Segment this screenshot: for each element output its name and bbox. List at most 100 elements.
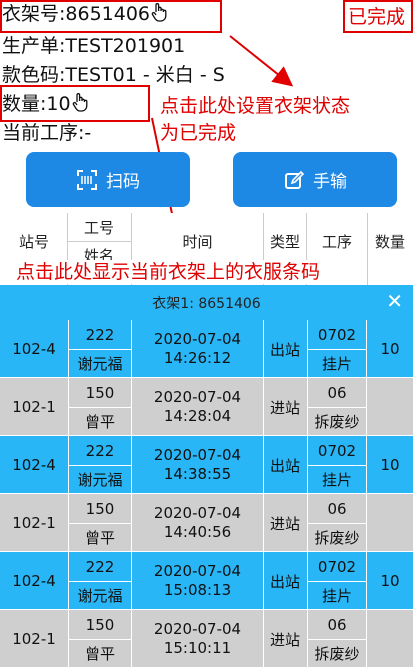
time-cell: 2020-07-04 14:28:04 bbox=[132, 378, 263, 436]
worker-name-cell: 谢元福 bbox=[77, 587, 123, 605]
process-code-cell: 0702 bbox=[317, 325, 357, 344]
worker-id-cell: 222 bbox=[85, 557, 115, 576]
type-cell: 出站 bbox=[269, 340, 300, 359]
qty-cell bbox=[367, 610, 413, 667]
row-divider bbox=[308, 523, 366, 524]
worker-name-cell: 谢元福 bbox=[77, 471, 123, 489]
date-text: 2020-07-04 bbox=[153, 620, 242, 638]
process-name-cell: 挂片 bbox=[321, 471, 352, 489]
worker-id-cell: 222 bbox=[85, 441, 115, 460]
table-row[interactable]: 102-4 222 谢元福 2020-07-04 14:38:55 出站 0702 挂片 10 bbox=[0, 436, 413, 494]
type-cell: 出站 bbox=[269, 572, 300, 591]
time-cell: 2020-07-04 14:40:56 bbox=[132, 494, 263, 552]
header-time: 时间 bbox=[182, 233, 213, 251]
process-code-cell: 06 bbox=[327, 615, 347, 634]
qty-cell: 10 bbox=[380, 340, 400, 358]
station-cell: 102-4 bbox=[12, 572, 56, 590]
rack-group-header[interactable]: 衣架1: 8651406 ✕ bbox=[0, 285, 413, 320]
process-name-cell: 拆废纱 bbox=[314, 413, 360, 431]
clock-text: 14:28:04 bbox=[163, 407, 232, 425]
date-text: 2020-07-04 bbox=[153, 504, 242, 522]
date-text: 2020-07-04 bbox=[153, 388, 242, 406]
worker-name-cell: 曾平 bbox=[84, 529, 115, 547]
row-divider bbox=[308, 407, 366, 408]
row-divider bbox=[69, 581, 131, 582]
header-qty: 数量 bbox=[374, 233, 405, 251]
table-row[interactable]: 102-1 150 曾平 2020-07-04 15:10:11 进站 06 拆废纱 bbox=[0, 610, 413, 667]
time-cell: 2020-07-04 14:38:55 bbox=[132, 436, 263, 494]
row-divider bbox=[263, 552, 264, 610]
process-code-cell: 0702 bbox=[317, 557, 357, 576]
table-row[interactable]: 102-1 150 曾平 2020-07-04 14:28:04 进站 06 拆废纱 bbox=[0, 378, 413, 436]
header-station: 站号 bbox=[18, 233, 49, 251]
table-row[interactable]: 102-4 222 谢元福 2020-07-04 15:08:13 出站 0702 挂片 10 bbox=[0, 552, 413, 610]
record-list: 102-4 222 谢元福 2020-07-04 14:26:12 出站 0702 挂片 10 1… bbox=[0, 320, 413, 667]
type-cell: 出站 bbox=[269, 456, 300, 475]
row-divider bbox=[131, 552, 132, 610]
time-cell: 2020-07-04 15:10:11 bbox=[132, 610, 263, 667]
header-type: 类型 bbox=[269, 233, 300, 251]
scan-button[interactable]: 扫码 bbox=[26, 152, 190, 207]
row-divider bbox=[366, 378, 367, 436]
qty-cell: 10 bbox=[380, 456, 400, 474]
process-code-cell: 06 bbox=[327, 383, 347, 402]
clock-text: 14:26:12 bbox=[163, 349, 232, 367]
date-text: 2020-07-04 bbox=[153, 330, 242, 348]
worker-id-cell: 150 bbox=[85, 615, 115, 634]
row-divider bbox=[131, 494, 132, 552]
row-divider bbox=[69, 407, 131, 408]
type-cell: 进站 bbox=[269, 398, 300, 417]
worker-id-cell: 150 bbox=[85, 383, 115, 402]
manual-input-button-label: 手输 bbox=[313, 172, 347, 192]
annotation-show-barcodes: 点击此处显示当前衣架上的衣服条码 bbox=[14, 260, 323, 284]
row-divider bbox=[366, 436, 367, 494]
station-cell: 102-4 bbox=[12, 340, 56, 358]
close-icon[interactable]: ✕ bbox=[386, 289, 403, 313]
row-divider bbox=[69, 349, 131, 350]
row-divider bbox=[131, 378, 132, 436]
annotation-set-complete: 点击此处设置衣架状态 bbox=[160, 95, 351, 117]
manual-input-button[interactable]: 手输 bbox=[233, 152, 397, 207]
table-row[interactable]: 102-4 222 谢元福 2020-07-04 14:26:12 出站 0702 挂片 10 bbox=[0, 320, 413, 378]
quantity-highlight bbox=[0, 85, 150, 122]
row-divider bbox=[69, 639, 131, 640]
row-divider bbox=[366, 552, 367, 610]
row-divider bbox=[131, 320, 132, 378]
row-divider bbox=[263, 494, 264, 552]
rack-group-label: 衣架1: 8651406 bbox=[152, 295, 261, 312]
row-divider bbox=[308, 465, 366, 466]
row-divider bbox=[308, 581, 366, 582]
process-code-cell: 0702 bbox=[317, 441, 357, 460]
process-name-cell: 拆废纱 bbox=[314, 645, 360, 663]
clock-text: 14:38:55 bbox=[163, 465, 232, 483]
header-divider bbox=[68, 241, 131, 242]
arrow-to-status-annotation bbox=[229, 35, 294, 87]
worker-id-cell: 150 bbox=[85, 499, 115, 518]
station-cell: 102-1 bbox=[12, 398, 56, 416]
process-name-cell: 挂片 bbox=[321, 355, 352, 373]
worker-name-cell: 曾平 bbox=[84, 413, 115, 431]
clock-text: 14:40:56 bbox=[163, 523, 232, 541]
station-cell: 102-4 bbox=[12, 456, 56, 474]
qty-cell bbox=[367, 494, 413, 552]
date-text: 2020-07-04 bbox=[153, 446, 242, 464]
row-divider bbox=[263, 378, 264, 436]
time-cell: 2020-07-04 15:08:13 bbox=[132, 552, 263, 610]
row-divider bbox=[69, 465, 131, 466]
row-divider bbox=[131, 436, 132, 494]
process-code-cell: 06 bbox=[327, 499, 347, 518]
clock-text: 15:08:13 bbox=[163, 581, 232, 599]
row-divider bbox=[263, 610, 264, 667]
table-row[interactable]: 102-1 150 曾平 2020-07-04 14:40:56 进站 06 拆废纱 bbox=[0, 494, 413, 552]
status-highlight bbox=[343, 0, 413, 33]
row-divider bbox=[366, 610, 367, 667]
row-divider bbox=[263, 320, 264, 378]
edit-icon bbox=[285, 170, 305, 189]
header-worker-id: 工号 bbox=[83, 219, 114, 237]
type-cell: 进站 bbox=[269, 630, 300, 649]
station-cell: 102-1 bbox=[12, 630, 56, 648]
order-number: 生产单:TEST201901 bbox=[2, 35, 186, 57]
style-color-code: 款色码:TEST01 - 米白 - S bbox=[2, 64, 225, 86]
row-divider bbox=[366, 320, 367, 378]
row-divider bbox=[69, 523, 131, 524]
